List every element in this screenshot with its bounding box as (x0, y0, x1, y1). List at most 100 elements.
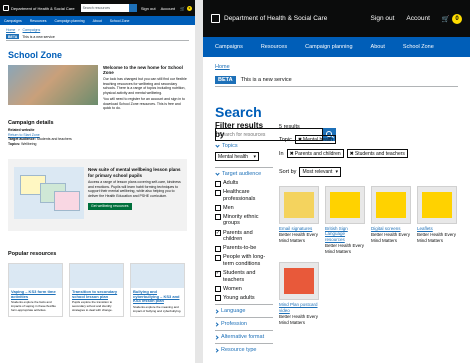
popular-resources-heading: Popular resources (8, 250, 57, 257)
welcome-paragraph-1: Our look has changed but you can still f… (103, 77, 187, 95)
chevron-down-icon: ▾ (335, 169, 338, 175)
checkbox-icon[interactable] (215, 245, 221, 252)
nav-school-zone[interactable]: School Zone (110, 19, 130, 23)
sort-select[interactable]: Most relevant ▾ (299, 167, 341, 177)
basket-link[interactable]: 🛒 0 (180, 5, 192, 11)
result-card[interactable]: Digital screens Better Health Every Mind … (371, 186, 411, 254)
resource-card[interactable]: Bullying and cyberbullying – KS3 and KS4… (130, 262, 185, 317)
nav-campaign-planning[interactable]: Campaign planning (54, 19, 84, 23)
thumbnail-artwork (422, 192, 452, 218)
header-search-button[interactable] (128, 4, 137, 12)
result-thumbnail[interactable] (371, 186, 411, 224)
result-card[interactable]: Email signatures Better Health Every Mind… (279, 186, 319, 254)
breadcrumb-campaigns[interactable]: Campaigns (23, 28, 41, 32)
checkbox-icon[interactable] (215, 295, 221, 302)
result-thumbnail[interactable] (417, 186, 457, 224)
result-thumbnail[interactable] (325, 186, 365, 224)
checkbox-icon[interactable] (215, 254, 221, 261)
audience-checkbox[interactable]: Minority ethnic groups (215, 214, 273, 227)
result-title[interactable]: Email signatures (279, 226, 319, 231)
nav-campaigns[interactable]: Campaigns (4, 19, 22, 23)
nav-school-zone[interactable]: School Zone (403, 44, 434, 50)
basket-link[interactable]: 🛒 0 (442, 13, 462, 24)
resource-card[interactable]: Transition to secondary school lesson pl… (69, 262, 124, 317)
checkbox-checked-icon[interactable]: ✓ (215, 230, 221, 237)
welcome-paragraph-2: You will need to register for an account… (103, 97, 185, 111)
checkbox-checked-icon[interactable]: ✓ (215, 270, 221, 277)
filter-group-toggle[interactable]: Profession (214, 317, 273, 327)
audience-checkbox[interactable]: Men (215, 205, 273, 212)
result-thumbnail[interactable] (279, 186, 319, 224)
audience-checkbox[interactable]: People with long-term conditions (215, 254, 273, 267)
account-link[interactable]: Account (406, 15, 430, 22)
audience-checkbox[interactable]: Adults (215, 180, 273, 187)
thumbnail-artwork (284, 268, 314, 295)
filter-group-toggle[interactable]: Resource type (214, 343, 273, 353)
basket-count: 0 (452, 13, 462, 24)
result-card[interactable]: Leaflets Better Health Every Mind Matters (417, 186, 457, 254)
resource-thumbnail (9, 263, 62, 288)
checkbox-icon[interactable] (215, 214, 221, 221)
topics-toggle[interactable]: Topics (215, 143, 273, 149)
resource-title[interactable]: Vaping – KS3 form time activities (9, 288, 62, 302)
welcome-section: Welcome to the new home for School Zone … (8, 65, 187, 113)
header-search-input[interactable]: Search resources (80, 4, 137, 12)
resource-thumbnail (70, 263, 123, 288)
get-wellbeing-resources-button[interactable]: Get wellbeing resources (88, 202, 132, 211)
checkbox-icon[interactable] (215, 180, 221, 187)
remove-filter-chip[interactable]: ✖ Students and teachers (346, 149, 408, 158)
topics-select[interactable]: Mental health ▾ (215, 152, 259, 161)
result-campaign: Better Health Every Mind Matters (325, 243, 365, 254)
result-card[interactable]: Mind Plan postcard video Better Health Ev… (279, 262, 319, 325)
school-zone-page: Department of Health & Social Care Searc… (0, 0, 195, 363)
audience-checkbox[interactable]: Healthcare professionals (215, 189, 273, 202)
nav-campaign-planning[interactable]: Campaign planning (305, 44, 352, 50)
audience-checkbox[interactable]: Women (215, 286, 273, 293)
nav-about[interactable]: About (93, 19, 102, 23)
result-card[interactable]: British Sign Language resources Better He… (325, 186, 365, 254)
applied-topic-filters: Topic ✖ Mental health (279, 135, 463, 144)
result-thumbnail[interactable] (279, 262, 319, 301)
result-title[interactable]: Leaflets (417, 226, 457, 231)
breadcrumb-home[interactable]: Home (215, 64, 230, 70)
audience-checkbox[interactable]: Parents-to-be (215, 245, 273, 252)
filter-group-toggle[interactable]: Alternative format (214, 330, 273, 341)
nav-campaigns[interactable]: Campaigns (215, 44, 243, 50)
filter-chip-label: Parents and children (294, 150, 341, 157)
checkbox-icon[interactable] (215, 205, 221, 212)
resource-card[interactable]: Vaping – KS3 form time activities Studen… (8, 262, 63, 317)
breadcrumb-home[interactable]: Home (6, 28, 15, 32)
remove-filter-chip[interactable]: ✖ Mental health (294, 135, 337, 144)
filter-group-toggle[interactable]: Language (214, 304, 273, 314)
filter-chip-label: Students and teachers (354, 150, 405, 157)
audience-checkbox[interactable]: ✓ Parents and children (215, 230, 273, 243)
audience-checkbox-label: Young adults (223, 294, 255, 301)
checkbox-icon[interactable] (215, 189, 221, 196)
sign-out-link[interactable]: Sign out (371, 15, 395, 22)
checkbox-icon[interactable] (215, 286, 221, 293)
audience-checkbox[interactable]: Young adults (215, 295, 273, 302)
brand-name[interactable]: Department of Health & Social Care (11, 6, 75, 11)
resource-title[interactable]: Transition to secondary school lesson pl… (70, 288, 123, 302)
nav-about[interactable]: About (371, 44, 385, 50)
audience-checkbox-label: Men (223, 204, 234, 211)
filter-group-label: Alternative format (221, 334, 265, 341)
chevron-right-icon (214, 335, 219, 340)
nav-resources[interactable]: Resources (30, 19, 47, 23)
account-link[interactable]: Account (161, 6, 175, 11)
topics-toggle-label: Topics (222, 143, 238, 149)
sign-out-link[interactable]: Sign out (141, 6, 156, 11)
page-title: School Zone (8, 50, 62, 60)
target-audience-toggle[interactable]: Target audience (215, 167, 273, 177)
brand-name[interactable]: Department of Health & Social Care (224, 15, 327, 22)
sort-select-value: Most relevant (302, 169, 333, 175)
remove-filter-chip[interactable]: ✖ Parents and children (286, 149, 344, 158)
result-title[interactable]: Digital screens (371, 226, 411, 231)
resource-title[interactable]: Bullying and cyberbullying – KS3 and KS4… (131, 288, 184, 306)
beta-banner: BETA This is a new service (215, 74, 458, 87)
result-title[interactable]: Mind Plan postcard video (279, 302, 319, 313)
resource-description: Students explore the meaning and impact … (133, 305, 182, 313)
result-title[interactable]: British Sign Language resources (325, 226, 365, 242)
audience-checkbox[interactable]: ✓ Students and teachers (215, 270, 273, 283)
nav-resources[interactable]: Resources (261, 44, 287, 50)
